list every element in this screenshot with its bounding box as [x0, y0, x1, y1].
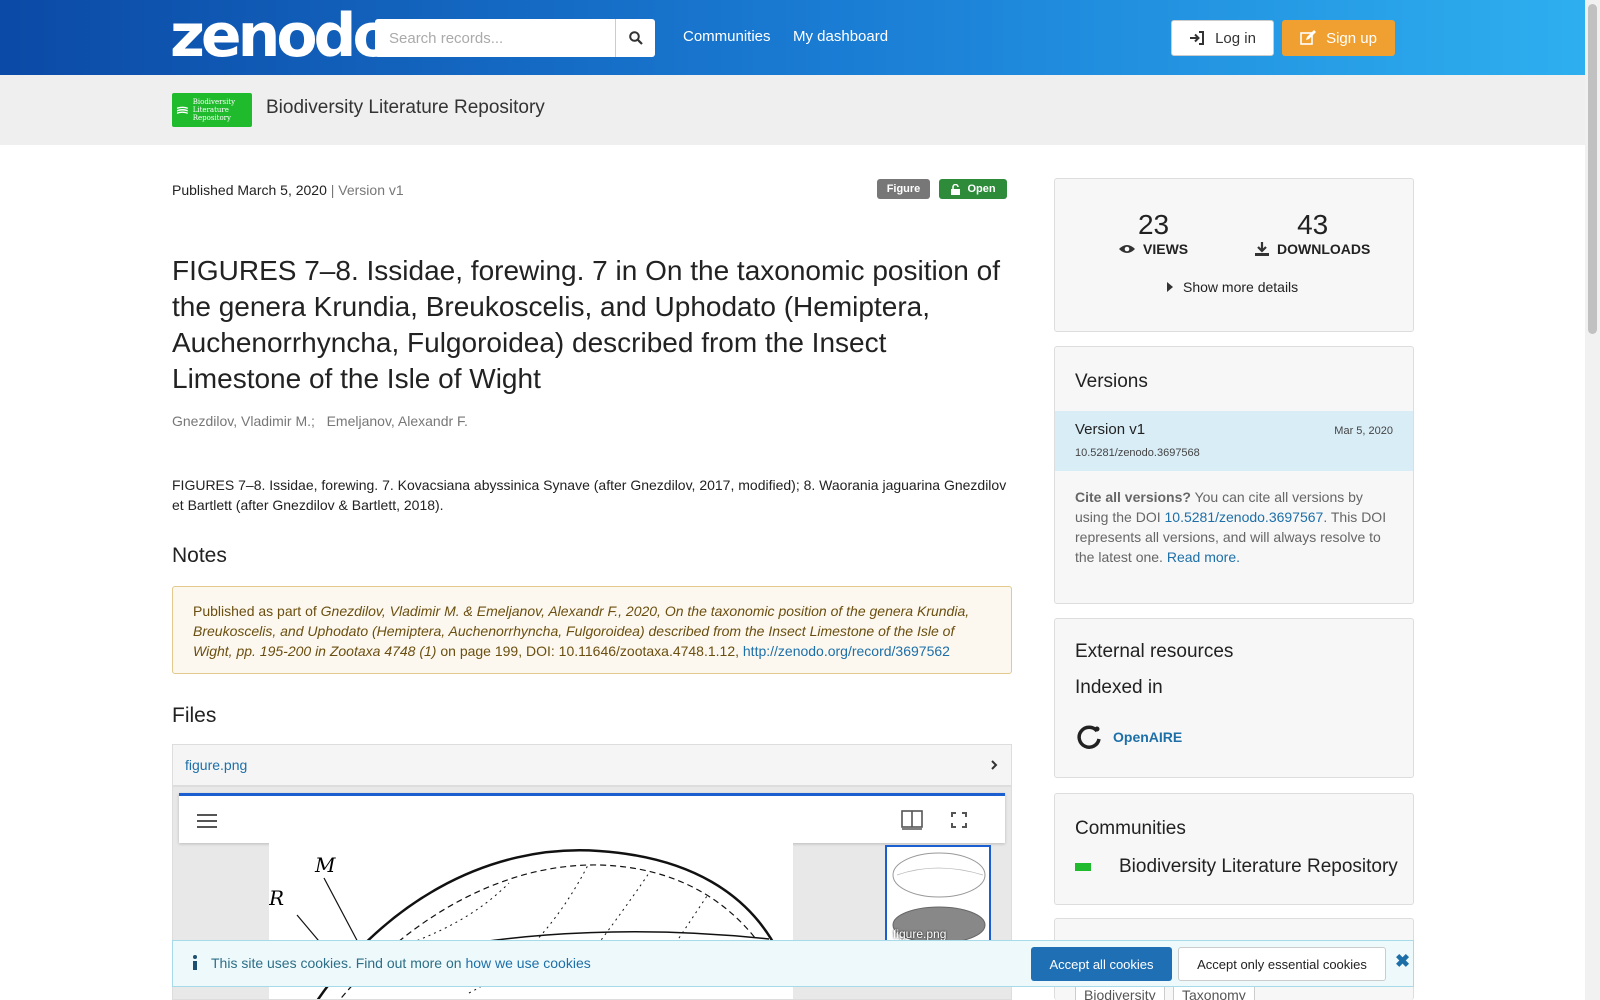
sign-in-icon — [1190, 31, 1205, 45]
author[interactable]: Emeljanov, Alexandr F. — [327, 413, 468, 429]
zenodo-logo[interactable]: zenodo — [170, 4, 394, 68]
community-bar: Biodiversity Literature Repository Biodi… — [0, 75, 1600, 145]
downloads-count: 43 — [1297, 209, 1329, 240]
notes-prefix: Published as part of — [193, 603, 321, 619]
version-item[interactable]: Version v1 Mar 5, 2020 10.5281/zenodo.36… — [1055, 411, 1413, 471]
views-stat: 23 VIEWS — [1119, 209, 1188, 257]
accept-all-cookies-button[interactable]: Accept all cookies — [1031, 947, 1172, 981]
badge-open-label: Open — [967, 183, 996, 195]
published-date: Published March 5, 2020 — [172, 182, 327, 198]
unlock-icon — [951, 183, 961, 195]
thumbnail-label: figure.png — [893, 927, 947, 941]
community-logo-text: Biodiversity Literature Repository — [192, 98, 236, 122]
community-item-label: Biodiversity Literature Repository — [1119, 856, 1398, 877]
openaire-link[interactable]: OpenAIRE — [1113, 729, 1182, 745]
version-date: Mar 5, 2020 — [1334, 425, 1393, 437]
info-icon — [193, 955, 197, 970]
nav-communities[interactable]: Communities — [683, 28, 771, 45]
show-more-details[interactable]: Show more details — [1167, 279, 1298, 295]
figure-label-r: R — [269, 886, 284, 910]
badge-figure: Figure — [877, 179, 930, 199]
scrollbar-thumb[interactable] — [1588, 4, 1597, 334]
figure-thumbnail[interactable]: figure.png — [885, 845, 991, 945]
books-icon — [176, 106, 188, 114]
login-label: Log in — [1215, 29, 1256, 47]
cookie-text: This site uses cookies. Find out more on… — [211, 955, 591, 971]
subject-tag[interactable]: Taxonomy — [1173, 985, 1255, 1000]
book-view-icon[interactable] — [901, 810, 923, 830]
community-logo[interactable]: Biodiversity Literature Repository — [172, 93, 252, 127]
indexed-in-heading: Indexed in — [1075, 677, 1163, 698]
cite-strong: Cite all versions? — [1075, 489, 1191, 505]
cite-all-versions: Cite all versions? You can cite all vers… — [1075, 487, 1395, 567]
file-link[interactable]: figure.png — [185, 757, 247, 773]
search-button[interactable] — [615, 19, 655, 57]
views-label-row: VIEWS — [1119, 241, 1188, 257]
notes-link[interactable]: http://zenodo.org/record/3697562 — [743, 643, 950, 659]
files-heading: Files — [172, 704, 217, 727]
communities-heading: Communities — [1075, 818, 1186, 839]
authors: Gnezdilov, Vladimir M.; Emeljanov, Alexa… — [172, 413, 468, 429]
nav-my-dashboard[interactable]: My dashboard — [793, 28, 888, 45]
subject-tag[interactable]: Biodiversity — [1075, 985, 1165, 1000]
caret-right-icon — [1167, 282, 1173, 292]
downloads-label: DOWNLOADS — [1277, 241, 1371, 257]
views-label: VIEWS — [1143, 241, 1189, 257]
notes-box: Published as part of Gnezdilov, Vladimir… — [172, 586, 1012, 674]
figure-label-m: M — [314, 853, 336, 877]
show-more-label: Show more details — [1183, 279, 1299, 295]
notes-heading: Notes — [172, 544, 227, 567]
signup-button[interactable]: Sign up — [1282, 20, 1395, 56]
read-more-link[interactable]: Read more. — [1167, 549, 1240, 565]
stats-panel: 23 VIEWS 43 DOWNLOADS Show more details — [1054, 178, 1414, 332]
notes-suffix: on page 199, DOI: 10.11646/zootaxa.4748.… — [436, 643, 743, 659]
signup-label: Sign up — [1326, 29, 1377, 47]
version-doi: 10.5281/zenodo.3697568 — [1075, 447, 1200, 459]
eye-icon — [1119, 245, 1135, 253]
downloads-label-row: DOWNLOADS — [1255, 241, 1370, 257]
record-description: FIGURES 7–8. Issidae, forewing. 7. Kovac… — [172, 477, 1007, 513]
chevron-right-icon[interactable] — [989, 759, 999, 771]
close-icon[interactable]: ✖ — [1395, 951, 1410, 972]
login-button[interactable]: Log in — [1171, 20, 1274, 56]
communities-panel: Communities Biodiversity Literature Repo… — [1054, 793, 1414, 905]
external-resources-panel: External resources Indexed in OpenAIRE — [1054, 618, 1414, 778]
publish-meta: Published March 5, 2020 | Version v1 — [172, 182, 404, 198]
version-name: Version v1 — [1075, 421, 1146, 438]
cookie-banner: This site uses cookies. Find out more on… — [172, 940, 1414, 987]
cookie-message: This site uses cookies. Find out more on — [211, 955, 466, 971]
search-input[interactable] — [375, 19, 615, 57]
community-item[interactable]: Biodiversity Literature Repository — [1075, 856, 1398, 878]
author[interactable]: Gnezdilov, Vladimir M.; — [172, 413, 315, 429]
top-navbar: zenodo Communities My dashboard Log in S… — [0, 0, 1600, 75]
versions-panel: Versions Version v1 Mar 5, 2020 10.5281/… — [1054, 346, 1414, 604]
openaire-icon — [1077, 725, 1101, 749]
views-count: 23 — [1137, 209, 1170, 240]
edit-icon — [1300, 30, 1317, 45]
community-title[interactable]: Biodiversity Literature Repository — [266, 97, 545, 119]
search-icon — [628, 31, 643, 45]
download-icon — [1255, 242, 1269, 256]
viewer-toolbar — [179, 793, 1005, 843]
menu-icon[interactable] — [197, 813, 217, 829]
versions-heading: Versions — [1075, 371, 1148, 392]
version-label: | Version v1 — [330, 182, 404, 198]
page-scrollbar[interactable] — [1585, 0, 1600, 1000]
external-heading: External resources — [1075, 641, 1234, 662]
cookie-policy-link[interactable]: how we use cookies — [465, 955, 590, 971]
fullscreen-icon[interactable] — [951, 812, 967, 828]
record-title: FIGURES 7–8. Issidae, forewing. 7 in On … — [172, 255, 1000, 394]
accept-essential-cookies-button[interactable]: Accept only essential cookies — [1178, 947, 1386, 981]
openaire-entry: OpenAIRE — [1075, 723, 1182, 751]
downloads-stat: 43 DOWNLOADS — [1255, 209, 1370, 257]
concept-doi-link[interactable]: 10.5281/zenodo.3697567 — [1165, 509, 1324, 525]
badge-open: Open — [939, 179, 1007, 199]
file-row[interactable]: figure.png — [172, 744, 1012, 786]
community-mini-logo — [1075, 863, 1091, 871]
search-box — [375, 19, 655, 57]
